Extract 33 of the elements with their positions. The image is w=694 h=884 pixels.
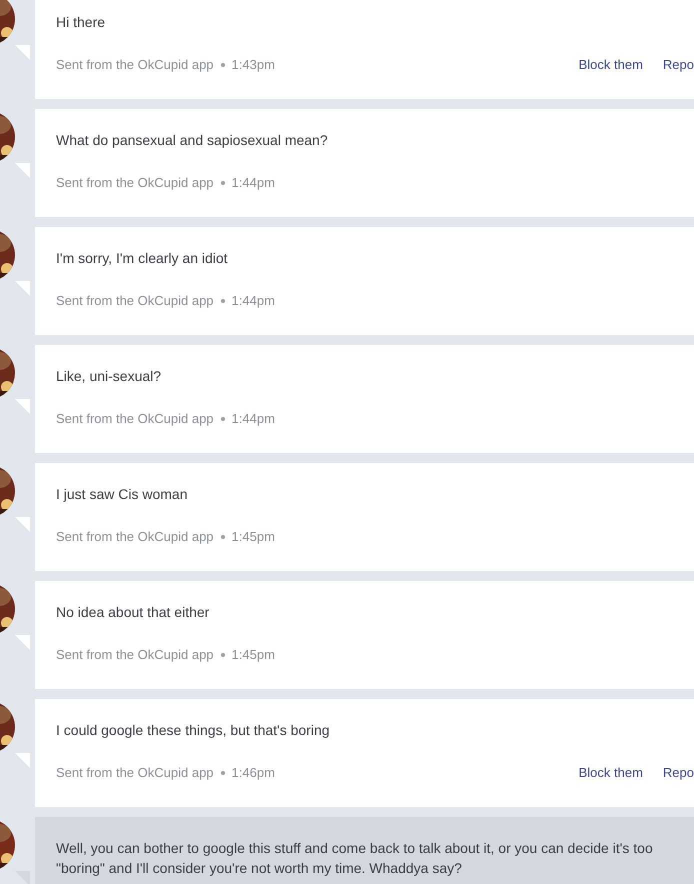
- message-time: 1:46pm: [232, 764, 275, 782]
- message-text: I could google these things, but that's boring: [56, 721, 331, 740]
- message-time: 1:44pm: [232, 410, 275, 428]
- speech-tail-icon: [15, 753, 30, 768]
- message-action-link[interactable]: Repo: [662, 763, 694, 783]
- message-source: Sent from the OkCupid app: [56, 56, 214, 74]
- message-time: 1:43pm: [232, 56, 275, 74]
- message-action-link[interactable]: Repo: [662, 55, 694, 75]
- message-time: 1:44pm: [232, 174, 275, 192]
- speech-tail-icon: [15, 45, 30, 60]
- speech-tail-icon: [15, 517, 30, 532]
- message-action-link[interactable]: Block them: [578, 55, 643, 75]
- message-text: Like, uni-sexual?: [56, 367, 162, 386]
- speech-tail-icon: [15, 281, 30, 296]
- message-source: Sent from the OkCupid app: [56, 528, 214, 546]
- message-time: 1:44pm: [232, 292, 275, 310]
- message-source: Sent from the OkCupid app: [56, 292, 214, 310]
- message-action-link[interactable]: Block them: [578, 763, 643, 783]
- message-time: 1:45pm: [232, 646, 275, 664]
- message-source: Sent from the OkCupid app: [56, 410, 214, 428]
- message-text: What do pansexual and sapiosexual mean?: [56, 131, 329, 150]
- message-text: I'm sorry, I'm clearly an idiot: [56, 249, 229, 268]
- message-source: Sent from the OkCupid app: [56, 646, 214, 664]
- message-time: 1:45pm: [232, 528, 275, 546]
- speech-tail-icon: [15, 163, 30, 178]
- message-source: Sent from the OkCupid app: [56, 764, 214, 782]
- message-text: Hi there: [56, 13, 106, 32]
- speech-tail-icon: [15, 399, 30, 414]
- message-text: I just saw Cis woman: [56, 485, 188, 504]
- message-source: Sent from the OkCupid app: [56, 174, 214, 192]
- message-text: Well, you can bother to google this stuff and come back to talk about it, or you can decide it's too "boring" and I'll consider you're not worth my time. Whaddya say?: [56, 839, 654, 878]
- speech-tail-icon: [15, 635, 30, 650]
- message-text: No idea about that either: [56, 603, 210, 622]
